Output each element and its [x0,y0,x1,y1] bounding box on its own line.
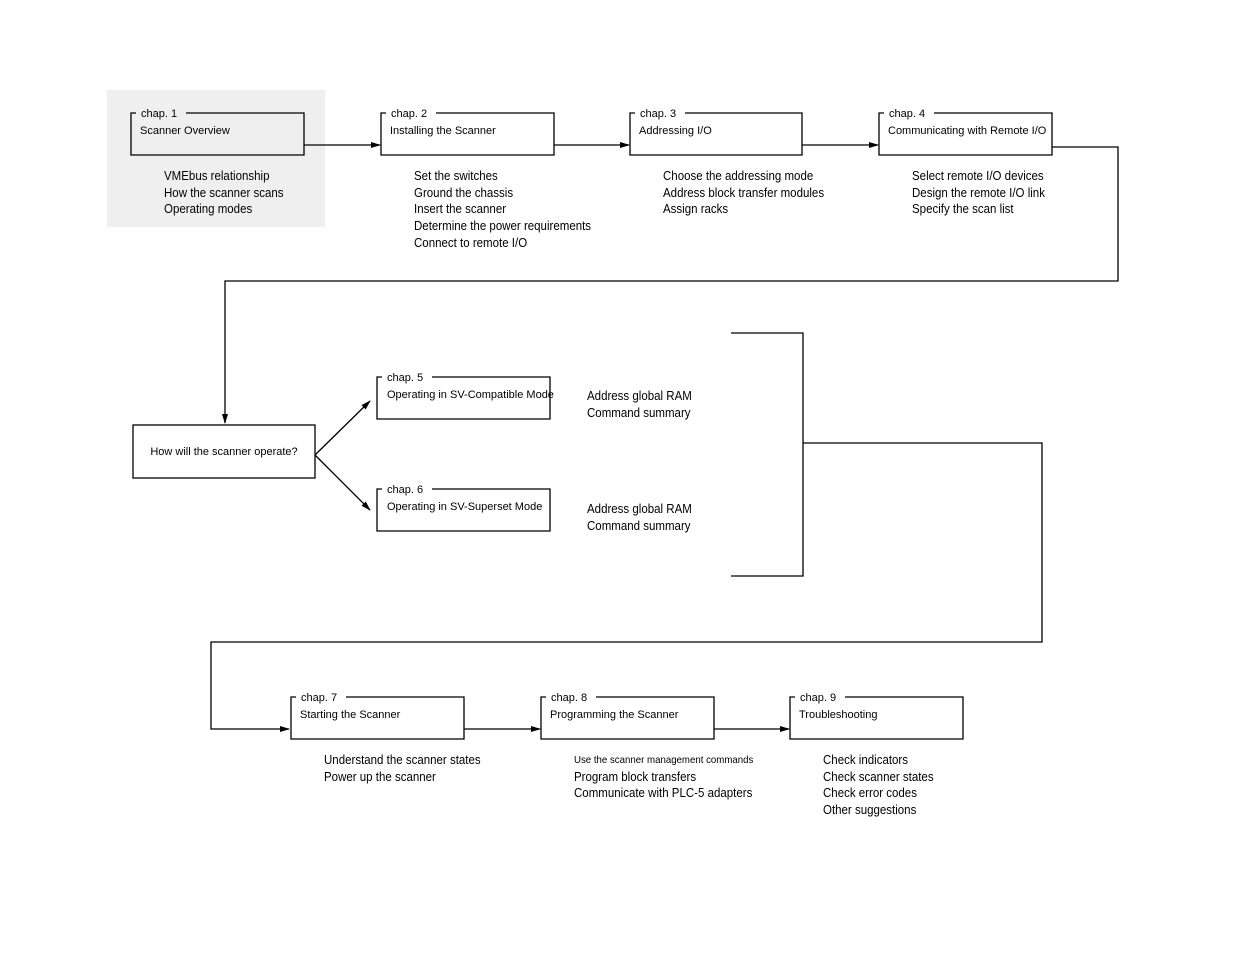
topic: Check indicators [823,753,909,767]
chapter-1-box: chap. 1 Scanner Overview [131,108,304,155]
chapter-label: chap. 1 [141,108,178,120]
topic: Command summary [587,518,691,533]
chapter-title: Programming the Scanner [550,709,679,721]
topic: Command summary [587,405,691,420]
chapter-7-box: chap. 7 Starting the Scanner [291,692,464,739]
chapter-title: Troubleshooting [799,709,878,721]
topic: Insert the scanner [414,202,507,217]
chapter-label: chap. 9 [800,692,837,704]
decision-box: How will the scanner operate? [133,425,315,478]
topic: Operating modes [164,202,253,217]
topic: Specify the scan list [912,202,1014,217]
topic: VMEbus relationship [164,169,270,183]
topic: Understand the scanner states [324,753,481,767]
topic: Communicate with PLC-5 adapters [574,786,753,801]
chapter-9-topics: Check indicators Check scanner states Ch… [823,752,934,819]
chapter-5-box: chap. 5 Operating in SV-Compatible Mode [377,372,554,419]
chapter-title: Operating in SV-Compatible Mode [387,389,554,401]
flowchart: chap. 1 Scanner Overview chap. 2 Install… [0,0,1235,954]
chapter-8-box: chap. 8 Programming the Scanner [541,692,714,739]
chapter-title: Starting the Scanner [300,709,401,721]
topic: Use the scanner management commands [574,754,754,766]
chapter-label: chap. 8 [551,692,588,704]
chapter-label: chap. 7 [301,692,338,704]
chapter-title: Addressing I/O [639,125,712,137]
topic: How the scanner scans [164,185,284,200]
topic: Determine the power requirements [414,219,592,234]
chapter-title: Installing the Scanner [390,125,496,137]
chapter-title: Operating in SV-Superset Mode [387,501,543,513]
chapter-6-topics: Address global RAM Command summary [587,501,692,534]
topic: Check error codes [823,786,917,801]
topic: Connect to remote I/O [414,235,528,250]
decision-question: How will the scanner operate? [150,445,298,458]
chapter-3-box: chap. 3 Addressing I/O [630,108,803,155]
chapter-label: chap. 4 [889,108,926,120]
topic: Address block transfer modules [663,185,825,200]
arrow-decision-5 [314,400,371,456]
chapter-2-box: chap. 2 Installing the Scanner [381,108,554,155]
arrow-decision-6 [314,454,371,511]
topic: Select remote I/O devices [912,169,1044,183]
topic: Design the remote I/O link [912,185,1045,200]
chapter-5-topics: Address global RAM Command summary [587,388,692,421]
topic: Address global RAM [587,502,692,516]
topic: Other suggestions [823,803,917,818]
chapter-1-topics: VMEbus relationship How the scanner scan… [164,168,284,218]
chapter-label: chap. 2 [391,108,428,120]
chapter-3-topics: Choose the addressing mode Address block… [663,168,824,218]
merge-bracket [731,332,804,577]
arrow-merge-7 [210,442,1043,732]
chapter-title: Communicating with Remote I/O [888,125,1047,137]
chapter-label: chap. 5 [387,372,424,384]
topic: Address global RAM [587,389,692,403]
chapter-2-topics: Set the switches Ground the chassis Inse… [414,168,591,252]
topic: Program block transfers [574,769,697,784]
topic: Assign racks [663,202,729,217]
chapter-label: chap. 6 [387,484,424,496]
topic: Check scanner states [823,769,934,784]
chapter-4-topics: Select remote I/O devices Design the rem… [912,168,1045,218]
topic: Ground the chassis [414,185,514,200]
chapter-title: Scanner Overview [140,125,230,137]
chapter-7-topics: Understand the scanner states Power up t… [324,752,481,785]
chapter-9-box: chap. 9 Troubleshooting [790,692,963,739]
chapter-6-box: chap. 6 Operating in SV-Superset Mode [377,484,550,531]
topic: Power up the scanner [324,769,436,784]
topic: Set the switches [414,169,498,183]
topic: Choose the addressing mode [663,169,814,183]
chapter-8-topics: Use the scanner management commands Prog… [574,752,753,802]
chapter-4-box: chap. 4 Communicating with Remote I/O [879,108,1052,155]
chapter-label: chap. 3 [640,108,677,120]
